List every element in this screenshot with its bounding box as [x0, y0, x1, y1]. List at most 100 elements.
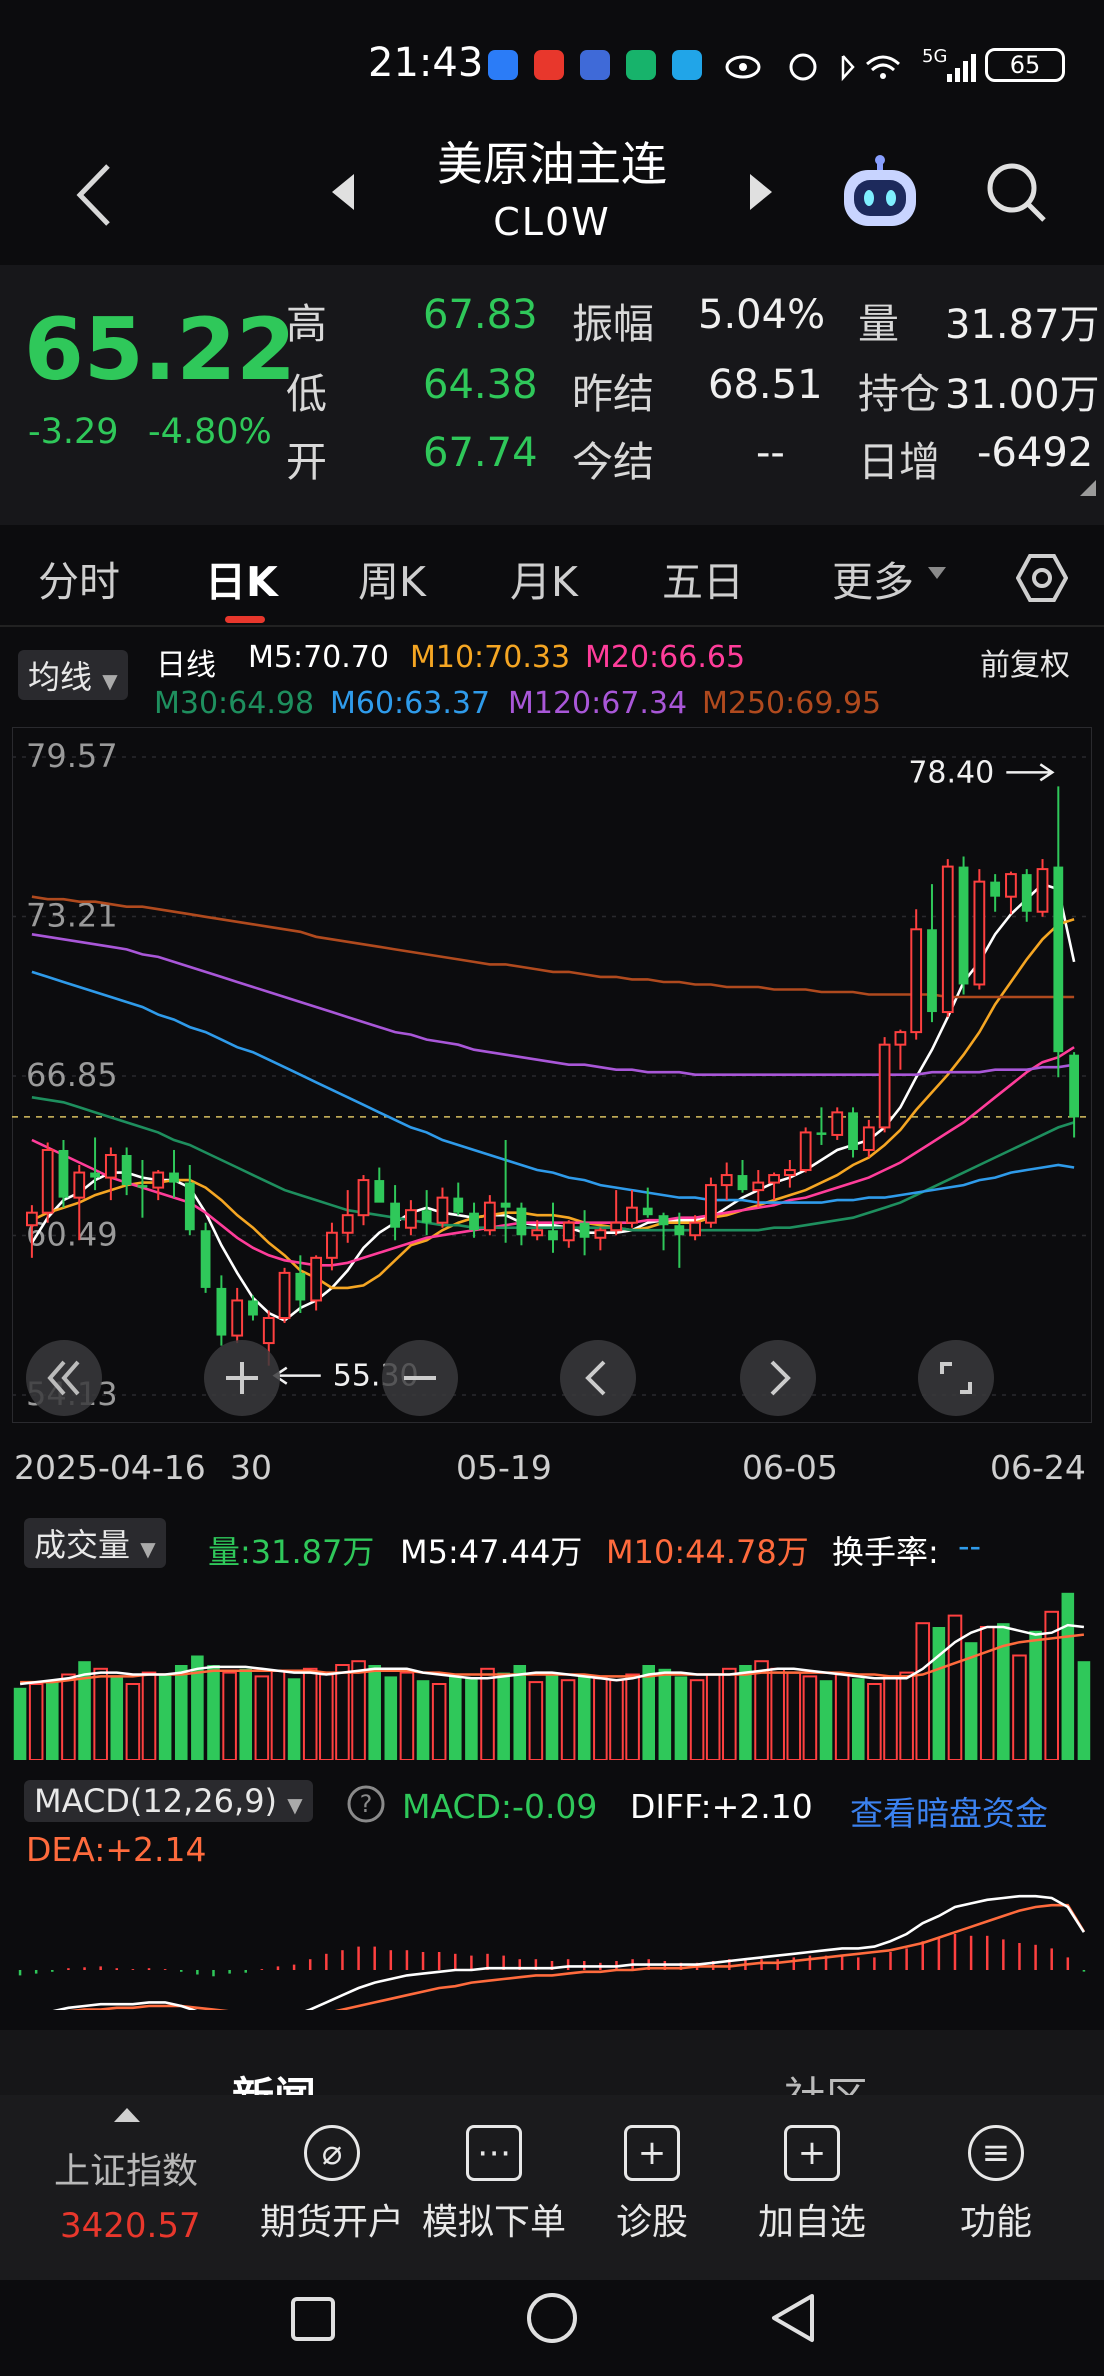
- compass-icon: ⌀: [304, 2125, 360, 2181]
- home-icon[interactable]: [524, 2290, 580, 2346]
- candle-body: [1053, 866, 1064, 1053]
- candle-body: [326, 1231, 338, 1259]
- candle-body: [626, 1206, 638, 1224]
- candle-body: [927, 929, 937, 1013]
- dark-pool-link[interactable]: 查看暗盘资金: [850, 1787, 1048, 1835]
- date-label: 30: [230, 1448, 272, 1487]
- app-notification-icon: [534, 50, 564, 80]
- candle-body: [990, 881, 1001, 897]
- system-status-icons: [725, 53, 900, 82]
- macd-indicator-selector[interactable]: MACD(12,26,9) ▼: [24, 1780, 313, 1822]
- volume-bar: [1029, 1630, 1042, 1760]
- candle-body: [41, 1148, 54, 1214]
- volume-bar: [979, 1626, 995, 1760]
- tab-five-day[interactable]: 五日: [662, 548, 744, 608]
- add-watchlist-button[interactable]: + 加自选: [732, 2125, 892, 2245]
- robot-assistant-icon[interactable]: [838, 150, 922, 230]
- volume-bar: [93, 1667, 108, 1760]
- adjust-mode[interactable]: 前复权: [980, 640, 1070, 684]
- volume-bar: [13, 1687, 27, 1760]
- volume-bar: [497, 1672, 510, 1760]
- volume-bar: [834, 1673, 850, 1760]
- volume-bar: [110, 1676, 124, 1760]
- candle-body: [941, 865, 954, 1014]
- candle-body: [152, 1171, 165, 1189]
- volume-indicator-selector[interactable]: 成交量 ▼: [24, 1518, 166, 1568]
- fullscreen-icon[interactable]: [916, 1338, 996, 1418]
- volume-legend-m5: M5:47.44万: [400, 1533, 583, 1571]
- chart-settings-icon[interactable]: [1016, 552, 1068, 604]
- candle-body: [816, 1132, 827, 1135]
- expand-corner-icon[interactable]: [1078, 478, 1098, 498]
- volume-bar: [270, 1669, 286, 1760]
- simulated-order-button[interactable]: ⋯ 模拟下单: [414, 2125, 574, 2245]
- candle-body: [231, 1299, 244, 1337]
- chevron-down-icon: ▼: [102, 669, 118, 693]
- index-name[interactable]: 上证指数: [54, 2142, 198, 2194]
- tab-more[interactable]: 更多: [832, 548, 914, 608]
- open-interest-value: 31.00万: [945, 372, 1100, 418]
- volume-bar: [754, 1660, 769, 1760]
- prev-settle-label: 昨结: [572, 370, 654, 418]
- tab-daily-k[interactable]: 日K: [205, 548, 278, 608]
- app-notification-icon: [626, 50, 656, 80]
- volume-bar: [513, 1665, 527, 1760]
- candle-body: [436, 1196, 449, 1224]
- date-label: 06-05: [742, 1448, 838, 1487]
- recent-apps-icon[interactable]: [288, 2294, 338, 2344]
- zoom-out-icon[interactable]: [380, 1338, 460, 1418]
- volume-bar: [786, 1671, 802, 1760]
- candle-body: [783, 1169, 796, 1177]
- candle-body: [642, 1207, 653, 1216]
- volume-value: 31.87万: [945, 302, 1100, 348]
- candle-body: [278, 1271, 291, 1320]
- search-icon[interactable]: [984, 160, 1050, 226]
- pan-right-icon[interactable]: [738, 1338, 818, 1418]
- zoom-in-icon[interactable]: [202, 1338, 282, 1418]
- candle-body: [1069, 1054, 1079, 1118]
- volume-bar: [770, 1667, 785, 1760]
- volume-bar: [915, 1622, 931, 1760]
- volume-indicator-label: 成交量: [34, 1526, 131, 1564]
- macd-chart[interactable]: [12, 1870, 1092, 2010]
- volume-bar: [222, 1671, 237, 1760]
- battery-indicator: 65: [985, 48, 1065, 82]
- date-label: 05-19: [456, 1448, 552, 1487]
- volume-bar: [883, 1675, 898, 1760]
- volume-bar: [545, 1674, 559, 1760]
- open-value: 67.74: [423, 430, 538, 476]
- price-change-pct: -4.80%: [148, 412, 272, 452]
- kline-chart[interactable]: 79.5773.2166.8560.4954.1378.4055.30: [12, 727, 1092, 1423]
- candle-body: [973, 880, 986, 986]
- date-label: 2025-04-16: [14, 1448, 206, 1487]
- volume-bar: [674, 1676, 688, 1760]
- pan-left-icon[interactable]: [558, 1338, 638, 1418]
- back-double-icon[interactable]: [24, 1338, 104, 1418]
- volume-bar: [125, 1683, 141, 1760]
- tab-monthly-k[interactable]: 月K: [510, 548, 578, 608]
- volume-bar: [932, 1627, 946, 1760]
- diagnose-button[interactable]: + 诊股: [572, 2125, 732, 2245]
- volume-chart[interactable]: [12, 1570, 1092, 1760]
- network-type: 5G: [922, 46, 948, 67]
- indicator-selector[interactable]: 均线 ▼: [18, 650, 128, 700]
- functions-button[interactable]: ≡ 功能: [916, 2125, 1076, 2245]
- volume-bar: [1077, 1661, 1091, 1760]
- next-contract-icon[interactable]: [746, 172, 776, 212]
- candle-body: [958, 866, 969, 985]
- candle-body: [848, 1112, 858, 1150]
- macd-value: MACD:-0.09: [402, 1787, 598, 1826]
- volume-bar: [739, 1665, 752, 1760]
- volume-bar: [465, 1678, 478, 1760]
- chevron-up-icon[interactable]: [112, 2106, 142, 2124]
- back-nav-icon[interactable]: [766, 2290, 822, 2346]
- futures-account-button[interactable]: ⌀ 期货开户: [252, 2125, 412, 2245]
- amplitude-label: 振幅: [572, 300, 654, 348]
- tab-intraday[interactable]: 分时: [38, 548, 120, 608]
- candle-body: [548, 1230, 558, 1241]
- app-notification-icon: [672, 50, 702, 80]
- volume-bar: [480, 1667, 495, 1760]
- volume-bar: [416, 1680, 430, 1760]
- tab-weekly-k[interactable]: 周K: [358, 548, 426, 608]
- help-icon[interactable]: ?: [346, 1784, 386, 1824]
